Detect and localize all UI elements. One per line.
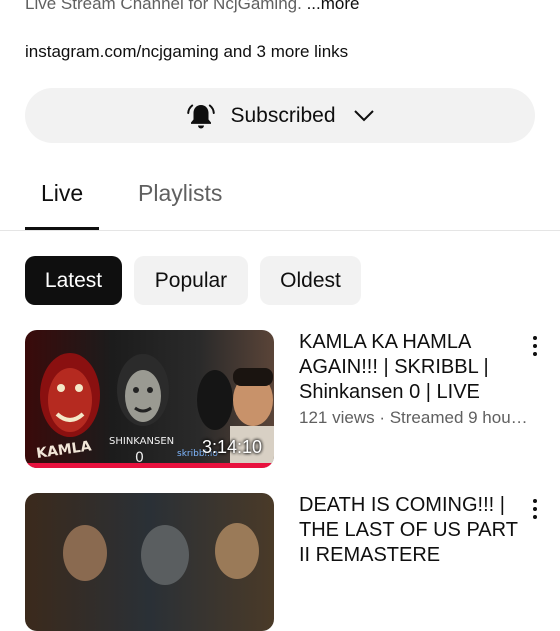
thumbnail-text-shinkansen: SHINKANSEN: [109, 436, 174, 447]
tab-selected-indicator: [25, 227, 99, 230]
tab-live[interactable]: Live: [41, 180, 83, 207]
chevron-down-icon: [353, 109, 374, 121]
video-thumbnail[interactable]: KAMLA SHINKANSEN 0 skribbl.io 3:14:10: [25, 330, 274, 468]
channel-link-primary[interactable]: instagram.com/ncjgaming: [25, 42, 219, 61]
subscribed-button[interactable]: Subscribed: [25, 88, 535, 143]
subscribed-label: Subscribed: [230, 103, 336, 127]
video-thumbnail[interactable]: [25, 493, 274, 631]
more-link[interactable]: ...more: [307, 0, 360, 13]
notifications-active-icon: [187, 104, 216, 128]
thumbnail-image: [25, 493, 274, 631]
video-duration: 3:14:10: [201, 437, 262, 457]
chip-popular[interactable]: Popular: [134, 256, 248, 305]
chip-latest[interactable]: Latest: [25, 256, 122, 305]
watch-progress-bar: [25, 463, 274, 468]
video-meta: 121 views · Streamed 9 hou…: [299, 408, 528, 427]
channel-description[interactable]: Live Stream Channel for NcjGaming. ...mo…: [25, 0, 359, 14]
tab-playlists[interactable]: Playlists: [138, 180, 222, 207]
more-vert-icon[interactable]: [528, 334, 542, 358]
channel-description-text: Live Stream Channel for NcjGaming.: [25, 0, 302, 13]
more-vert-icon[interactable]: [528, 497, 542, 521]
channel-tabs: Live Playlists: [0, 160, 560, 231]
channel-links-extra[interactable]: and 3 more links: [223, 42, 348, 61]
video-title[interactable]: DEATH IS COMING!!! | THE LAST OF US PART…: [299, 493, 529, 568]
channel-links[interactable]: instagram.com/ncjgaming and 3 more links: [25, 42, 348, 62]
chip-oldest[interactable]: Oldest: [260, 256, 361, 305]
video-title[interactable]: KAMLA KA HAMLA AGAIN!!! | SKRIBBL | Shin…: [299, 330, 529, 405]
